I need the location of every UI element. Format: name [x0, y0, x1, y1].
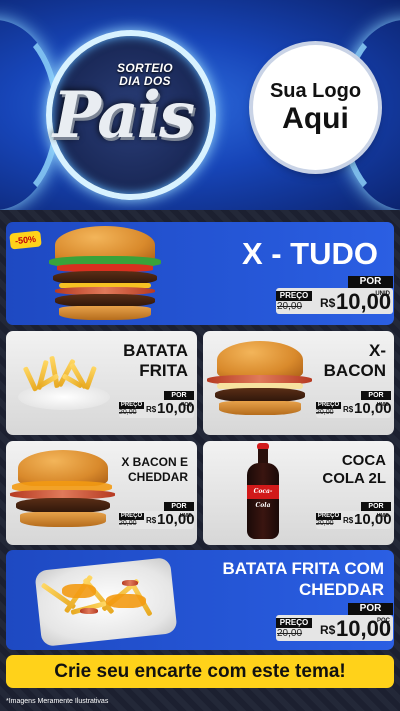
flyer-page: SORTEIO DIA DOS Pais Sua Logo Aqui -50% … — [0, 0, 400, 711]
x-tudo-title: X - TUDO — [241, 236, 378, 271]
x-tudo-price: POR PREÇO 20,00 R$ 10,00 UNID — [276, 276, 393, 314]
cta-banner[interactable]: Crie seu encarte com este tema! — [6, 655, 394, 688]
x-bacon-title: X- BACON — [323, 341, 386, 380]
header-banner: SORTEIO DIA DOS Pais Sua Logo Aqui — [0, 0, 400, 210]
x-bacon-cheddar-title: X BACON E CHEDDAR — [121, 455, 188, 484]
coca-cola-bottle-image: Coca-Cola — [245, 443, 281, 541]
coca-cola-title: COCA COLA 2L — [322, 452, 386, 487]
x-tudo-burger-image — [45, 226, 165, 322]
x-bacon-price: POR PREÇO 20,00 R$ 10,00 UNID — [316, 391, 392, 418]
disclaimer-text: *Imagens Meramente Ilustrativas — [6, 698, 109, 705]
discount-badge: -50% — [9, 230, 42, 250]
batata-frita-price: POR PREÇO 20,00 R$ 10,00 POÇ — [119, 391, 195, 418]
logo-placeholder[interactable]: Sua Logo Aqui — [253, 45, 378, 170]
batata-frita-title: BATATA FRITA — [123, 341, 188, 380]
batata-cheddar-image — [34, 556, 178, 647]
x-bacon-cheddar-price: POR PREÇO 20,00 R$ 10,00 UNID — [119, 502, 195, 529]
batata-cheddar-price: POR PREÇO 20,00 R$ 10,00 POÇ — [276, 603, 393, 641]
batata-cheddar-title: BATATA FRITA COM CHEDDAR — [222, 559, 384, 599]
logo-line-2: Aqui — [282, 102, 349, 135]
coca-cola-label: Coca-Cola — [247, 485, 279, 509]
logo-line-1: Sua Logo — [269, 80, 362, 102]
x-tudo-old-price: 20,00 — [277, 301, 303, 312]
coca-cola-price: POR PREÇO 20,00 R$ 10,00 UNID — [316, 502, 392, 529]
x-bacon-cheddar-image — [10, 450, 115, 535]
emblem-title: Pais — [52, 78, 195, 153]
x-bacon-burger-image — [207, 341, 312, 421]
batata-frita-image — [10, 350, 115, 415]
